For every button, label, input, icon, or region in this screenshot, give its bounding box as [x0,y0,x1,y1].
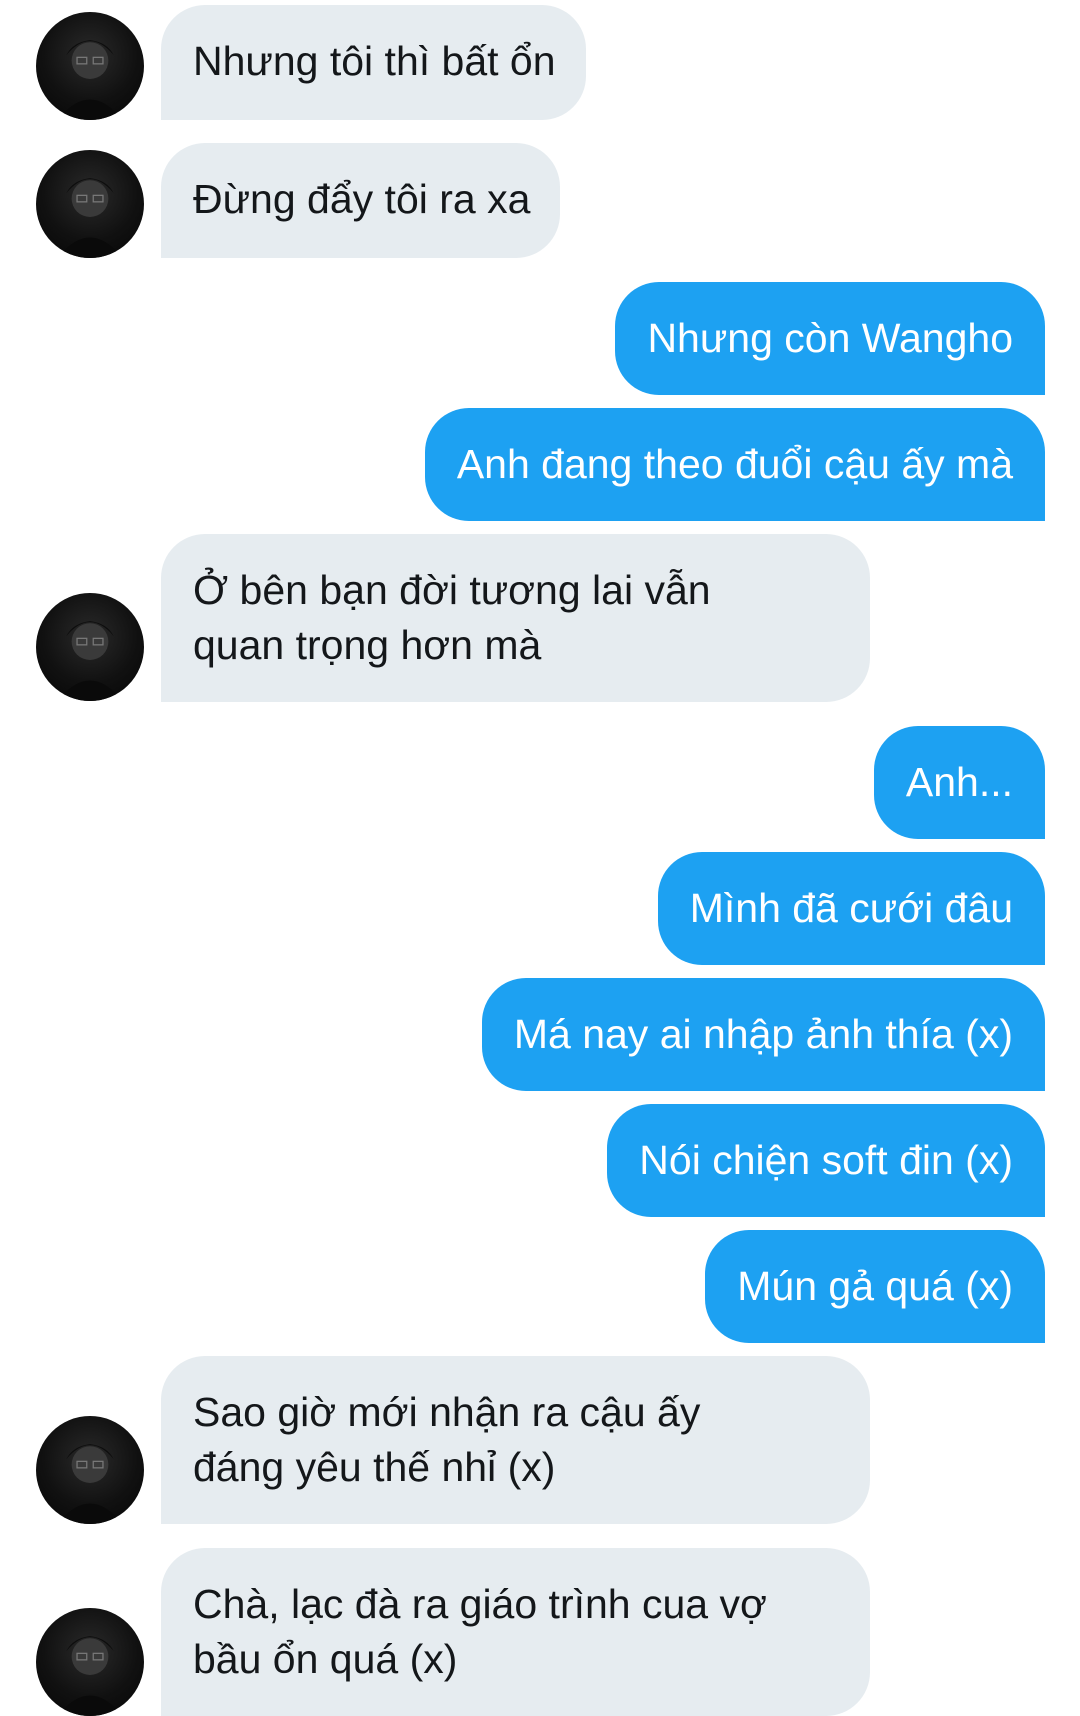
contact-avatar[interactable] [36,1608,144,1716]
message-bubble-incoming[interactable]: Nhưng tôi thì bất ổn [161,5,586,120]
message-bubble-incoming[interactable]: Ở bên bạn đời tương lai vẫn quan trọng h… [161,534,870,702]
message-bubble-incoming[interactable]: Chà, lạc đà ra giáo trình cua vợ bầu ổn … [161,1548,870,1716]
contact-avatar[interactable] [36,593,144,701]
message-bubble-outgoing[interactable]: Nhưng còn Wangho [615,282,1045,395]
message-bubble-outgoing[interactable]: Anh đang theo đuổi cậu ấy mà [424,408,1045,521]
message-bubble-outgoing[interactable]: Má nay ai nhập ảnh thía (x) [481,978,1045,1091]
contact-avatar[interactable] [36,12,144,120]
message-bubble-outgoing[interactable]: Nói chiện soft đin (x) [607,1104,1045,1217]
message-bubble-outgoing[interactable]: Mình đã cưới đâu [657,852,1045,965]
contact-avatar[interactable] [36,1416,144,1524]
message-bubble-outgoing[interactable]: Anh... [873,726,1045,839]
message-bubble-incoming[interactable]: Đừng đẩy tôi ra xa [161,143,561,258]
message-bubble-incoming[interactable]: Sao giờ mới nhận ra cậu ấy đáng yêu thế … [161,1356,870,1524]
message-bubble-outgoing[interactable]: Mún gả quá (x) [705,1230,1045,1343]
contact-avatar[interactable] [36,150,144,258]
